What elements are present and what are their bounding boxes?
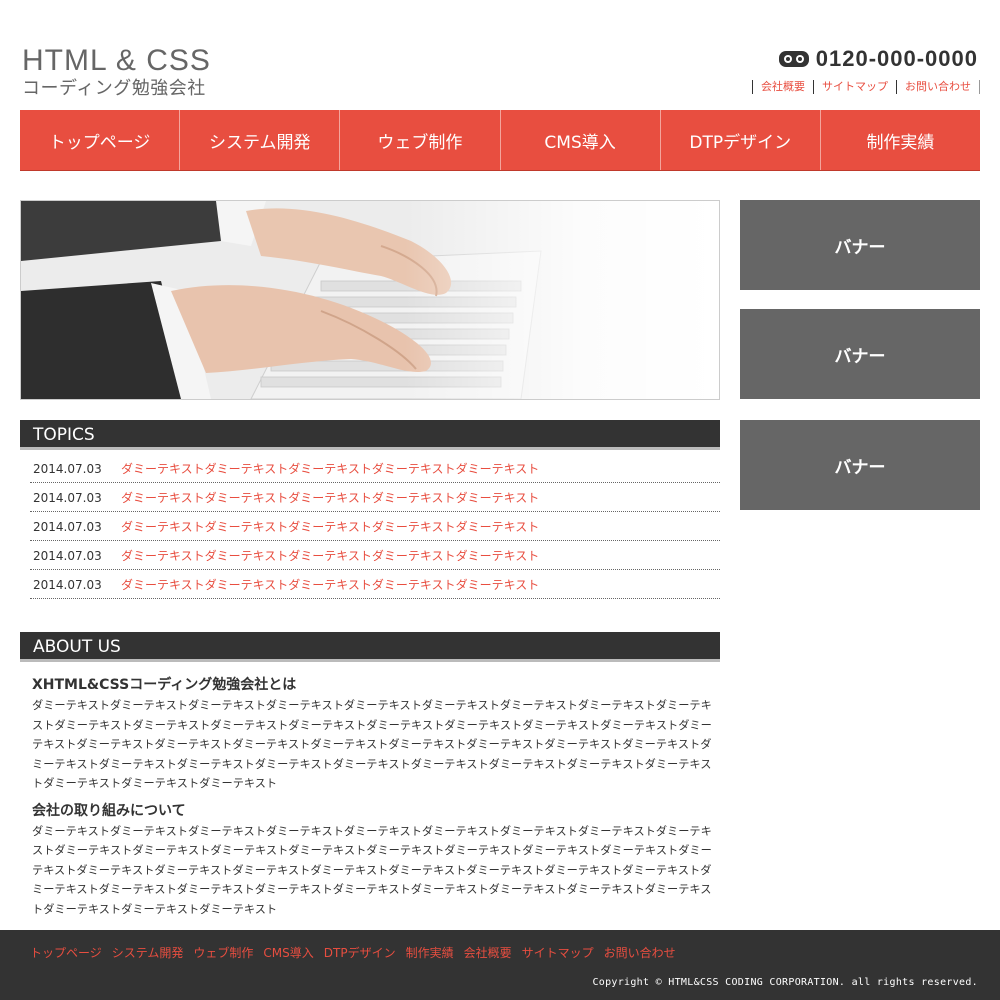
- nav-item-works[interactable]: 制作実績: [821, 110, 980, 170]
- topic-link[interactable]: ダミーテキストダミーテキストダミーテキストダミーテキストダミーテキスト: [121, 576, 539, 593]
- topic-date: 2014.07.03: [33, 490, 102, 505]
- list-item: 2014.07.03 ダミーテキストダミーテキストダミーテキストダミーテキストダ…: [30, 455, 720, 483]
- list-item: 2014.07.03 ダミーテキストダミーテキストダミーテキストダミーテキストダ…: [30, 513, 720, 541]
- topic-date: 2014.07.03: [33, 461, 102, 476]
- footer-link-contact[interactable]: お問い合わせ: [604, 944, 676, 961]
- about-paragraph-1: ダミーテキストダミーテキストダミーテキストダミーテキストダミーテキストダミーテキ…: [32, 699, 712, 790]
- footer-link-cms[interactable]: CMS導入: [263, 944, 313, 961]
- main-image: [20, 200, 720, 400]
- logo-title: HTML & CSS: [22, 44, 211, 77]
- logo-subtitle: コーディング勉強会社: [22, 78, 206, 99]
- topic-link[interactable]: ダミーテキストダミーテキストダミーテキストダミーテキストダミーテキスト: [121, 460, 539, 477]
- phone-block: 0120-000-0000: [778, 46, 978, 72]
- about-subheading-1: XHTML&CSSコーディング勉強会社とは: [32, 677, 297, 693]
- list-item: 2014.07.03 ダミーテキストダミーテキストダミーテキストダミーテキストダ…: [30, 484, 720, 512]
- about-heading: ABOUT US: [20, 632, 720, 662]
- footer: トップページ システム開発 ウェブ制作 CMS導入 DTPデザイン 制作実績 会…: [0, 930, 1000, 1000]
- footer-link-top[interactable]: トップページ: [30, 944, 102, 961]
- topic-link[interactable]: ダミーテキストダミーテキストダミーテキストダミーテキストダミーテキスト: [121, 547, 539, 564]
- footer-link-sitemap[interactable]: サイトマップ: [522, 944, 594, 961]
- topics-heading: TOPICS: [20, 420, 720, 450]
- utility-links: 会社概要 サイトマップ お問い合わせ: [752, 80, 980, 94]
- nav-item-top[interactable]: トップページ: [20, 110, 181, 170]
- keyboard-hands-illustration: [21, 201, 719, 399]
- about-paragraph-2: ダミーテキストダミーテキストダミーテキストダミーテキストダミーテキストダミーテキ…: [32, 824, 712, 916]
- topic-date: 2014.07.03: [33, 548, 102, 563]
- phone-number: 0120-000-0000: [815, 46, 978, 71]
- nav-item-web[interactable]: ウェブ制作: [340, 110, 501, 170]
- topics-list: 2014.07.03 ダミーテキストダミーテキストダミーテキストダミーテキストダ…: [30, 455, 720, 600]
- copyright: Copyright © HTML&CSS CODING CORPORATION.…: [592, 977, 978, 988]
- footer-link-system[interactable]: システム開発: [112, 944, 184, 961]
- global-nav: トップページ システム開発 ウェブ制作 CMS導入 DTPデザイン 制作実績: [20, 110, 980, 171]
- util-link-company[interactable]: 会社概要: [752, 80, 813, 94]
- util-link-contact[interactable]: お問い合わせ: [896, 80, 980, 94]
- topic-link[interactable]: ダミーテキストダミーテキストダミーテキストダミーテキストダミーテキスト: [121, 518, 539, 535]
- free-dial-icon: [778, 51, 809, 67]
- banner-1[interactable]: バナー: [740, 200, 980, 290]
- nav-item-cms[interactable]: CMS導入: [501, 110, 661, 170]
- list-item: 2014.07.03 ダミーテキストダミーテキストダミーテキストダミーテキストダ…: [30, 571, 720, 599]
- topic-date: 2014.07.03: [33, 519, 102, 534]
- topic-link[interactable]: ダミーテキストダミーテキストダミーテキストダミーテキストダミーテキスト: [121, 489, 539, 506]
- nav-item-dtp[interactable]: DTPデザイン: [661, 110, 821, 170]
- list-item: 2014.07.03 ダミーテキストダミーテキストダミーテキストダミーテキストダ…: [30, 542, 720, 570]
- footer-link-dtp[interactable]: DTPデザイン: [324, 944, 396, 961]
- footer-link-web[interactable]: ウェブ制作: [193, 944, 253, 961]
- about-subheading-2: 会社の取り組みについて: [32, 802, 186, 819]
- footer-nav: トップページ システム開発 ウェブ制作 CMS導入 DTPデザイン 制作実績 会…: [30, 944, 686, 961]
- banner-3[interactable]: バナー: [740, 420, 980, 510]
- footer-link-company[interactable]: 会社概要: [464, 944, 512, 961]
- util-link-sitemap[interactable]: サイトマップ: [813, 80, 896, 94]
- site-logo[interactable]: HTML & CSS コーディング勉強会社: [22, 44, 211, 100]
- banner-2[interactable]: バナー: [740, 309, 980, 399]
- nav-item-system[interactable]: システム開発: [180, 110, 341, 170]
- topic-date: 2014.07.03: [33, 577, 102, 592]
- footer-link-works[interactable]: 制作実績: [406, 944, 454, 961]
- about-content: XHTML&CSSコーディング勉強会社とは ダミーテキストダミーテキストダミーテ…: [32, 676, 714, 927]
